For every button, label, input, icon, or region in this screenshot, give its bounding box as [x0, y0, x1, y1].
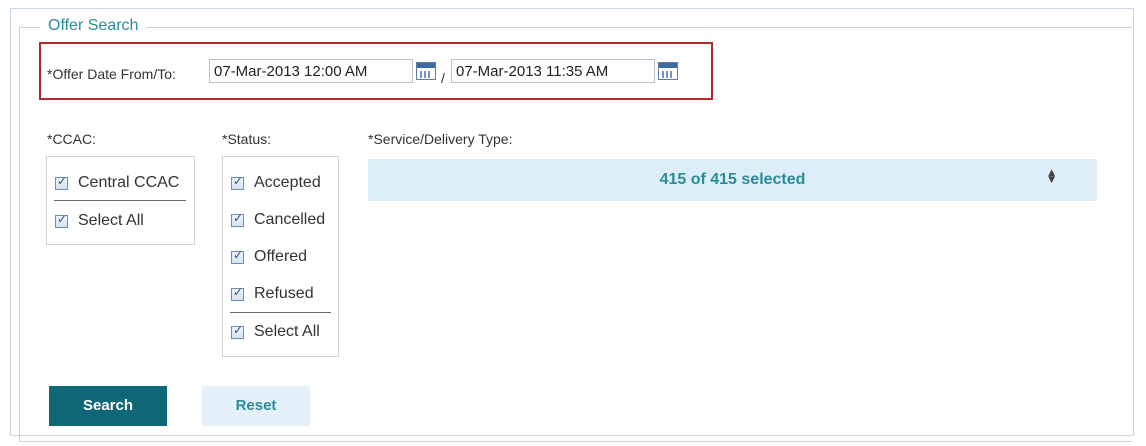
checkbox-checked-icon[interactable] — [231, 174, 244, 190]
date-separator: / — [441, 70, 445, 86]
ccac-option-label: Central CCAC — [78, 174, 180, 191]
checkbox-checked-icon[interactable] — [55, 174, 68, 190]
status-option-label: Accepted — [254, 174, 321, 191]
service-type-label: *Service/Delivery Type: — [368, 131, 513, 147]
status-option-label: Offered — [254, 248, 308, 265]
status-divider — [230, 312, 331, 313]
offer-date-to-input[interactable]: 07-Mar-2013 11:35 AM — [451, 59, 655, 83]
sort-arrows-icon: ▲ ▼ — [1048, 168, 1055, 185]
status-select-all[interactable]: Select All — [231, 323, 320, 341]
ccac-label: *CCAC: — [47, 131, 97, 147]
status-list: Accepted Cancelled Offered Refused Selec… — [222, 156, 339, 357]
service-type-selected-count: 415 of 415 selected — [659, 171, 806, 188]
ccac-list: Central CCAC Select All — [46, 156, 195, 245]
ccac-divider — [54, 200, 186, 201]
search-button[interactable]: Search — [49, 386, 167, 426]
status-option-cancelled[interactable]: Cancelled — [231, 211, 325, 229]
status-option-label: Refused — [254, 285, 314, 302]
checkbox-checked-icon[interactable] — [231, 211, 244, 227]
status-option-refused[interactable]: Refused — [231, 285, 314, 303]
offer-date-from-input[interactable]: 07-Mar-2013 12:00 AM — [209, 59, 413, 83]
fieldset-legend: Offer Search — [40, 17, 147, 35]
checkbox-checked-icon[interactable] — [55, 212, 68, 228]
ccac-option-central[interactable]: Central CCAC — [55, 174, 179, 192]
offer-date-label: *Offer Date From/To: — [47, 66, 176, 82]
status-label: *Status: — [222, 131, 272, 147]
status-option-accepted[interactable]: Accepted — [231, 174, 321, 192]
ccac-select-all[interactable]: Select All — [55, 212, 144, 230]
reset-button[interactable]: Reset — [202, 386, 310, 426]
status-select-all-label: Select All — [254, 323, 320, 340]
checkbox-checked-icon[interactable] — [231, 248, 244, 264]
calendar-from-icon[interactable] — [416, 62, 436, 80]
calendar-to-icon[interactable] — [658, 62, 678, 80]
checkbox-checked-icon[interactable] — [231, 285, 244, 301]
checkbox-checked-icon[interactable] — [231, 323, 244, 339]
service-type-multiselect[interactable]: 415 of 415 selected ▲ ▼ — [368, 159, 1097, 201]
status-option-offered[interactable]: Offered — [231, 248, 307, 266]
status-option-label: Cancelled — [254, 211, 326, 228]
ccac-select-all-label: Select All — [78, 212, 144, 229]
